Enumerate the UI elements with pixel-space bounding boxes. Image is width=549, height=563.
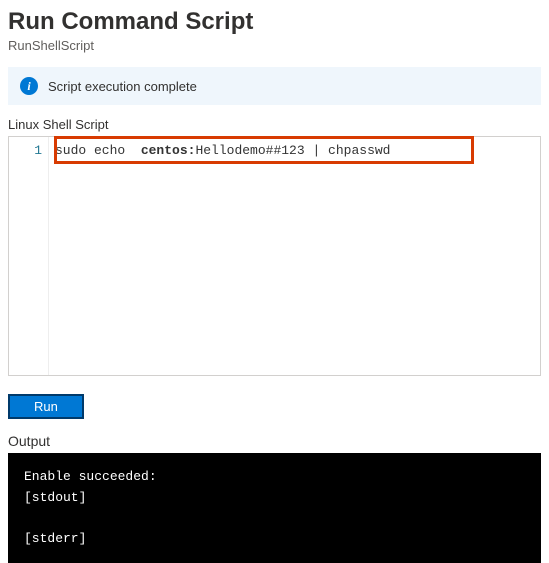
code-prefix: sudo echo xyxy=(55,143,141,158)
output-label: Output xyxy=(8,433,541,449)
script-editor[interactable]: 1 sudo echo centos:Hellodemo##123 | chpa… xyxy=(8,136,541,376)
code-user: centos: xyxy=(141,143,196,158)
page-title: Run Command Script xyxy=(8,8,541,36)
button-row: Run xyxy=(8,394,541,419)
code-rest: Hellodemo##123 | chpasswd xyxy=(195,143,390,158)
status-banner: i Script execution complete xyxy=(8,67,541,105)
line-number: 1 xyxy=(9,141,42,161)
status-message: Script execution complete xyxy=(48,79,197,94)
page-subtitle: RunShellScript xyxy=(8,38,541,53)
line-gutter: 1 xyxy=(9,137,49,375)
run-button[interactable]: Run xyxy=(8,394,84,419)
code-content[interactable]: sudo echo centos:Hellodemo##123 | chpass… xyxy=(49,137,540,375)
code-line[interactable]: sudo echo centos:Hellodemo##123 | chpass… xyxy=(55,141,534,161)
output-console: Enable succeeded: [stdout] [stderr] xyxy=(8,453,541,563)
info-icon: i xyxy=(20,77,38,95)
editor-label: Linux Shell Script xyxy=(8,117,541,132)
